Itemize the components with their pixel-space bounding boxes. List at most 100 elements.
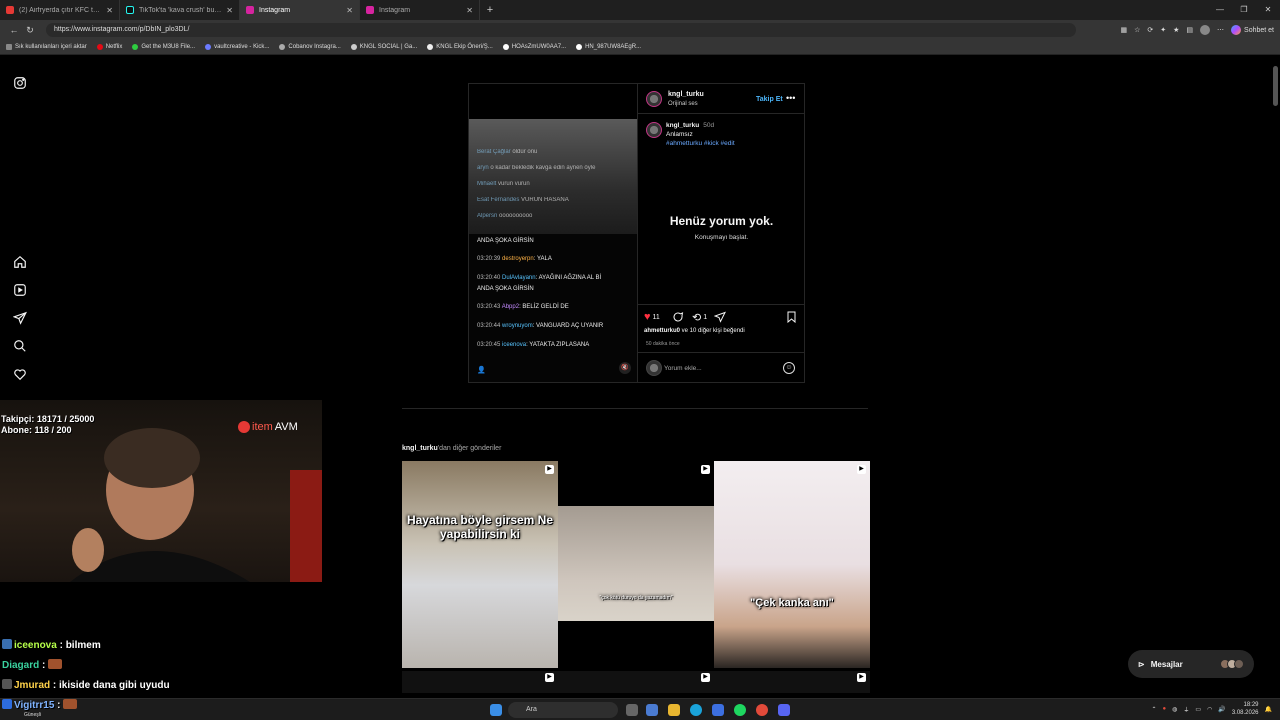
bookmark-item[interactable]: HOAsZmUW0AA7... bbox=[502, 44, 566, 50]
more-post-thumbnail[interactable]: ▶ bbox=[402, 671, 558, 693]
more-post-thumbnail[interactable]: ▶ "çok kötü duruyo da yazamadım" bbox=[558, 461, 714, 668]
taskbar-search[interactable]: Ara bbox=[508, 702, 618, 718]
bookmark-item[interactable]: Get the M3U8 File... bbox=[132, 44, 195, 50]
more-post-thumbnail[interactable]: ▶ bbox=[714, 671, 870, 693]
bookmark-item[interactable]: KNGL SOCIAL | Ga... bbox=[350, 44, 417, 50]
scrollbar-thumb[interactable] bbox=[1273, 66, 1278, 106]
send-icon[interactable] bbox=[12, 311, 27, 325]
follow-button[interactable]: Takip Et bbox=[756, 96, 783, 103]
m3u8-icon bbox=[132, 44, 139, 50]
tab-youtube[interactable]: (2) Airfryerda çıtır KFC tavuk tarifi 2 … bbox=[0, 0, 120, 20]
start-icon[interactable] bbox=[490, 704, 502, 716]
wifi-icon[interactable]: ◠ bbox=[1207, 706, 1212, 713]
url-input[interactable]: https://www.instagram.com/p/DbIN_plo3DL/ bbox=[46, 23, 1076, 37]
tab-instagram[interactable]: Instagram ✕ bbox=[360, 0, 480, 20]
more-post-thumbnail[interactable]: ▶ bbox=[558, 671, 714, 693]
bookmark-item[interactable]: Netflix bbox=[96, 44, 122, 50]
chrome-icon[interactable] bbox=[756, 704, 768, 716]
discord-icon[interactable] bbox=[778, 704, 790, 716]
refresh-extension-icon[interactable]: ⟳ bbox=[1147, 26, 1153, 34]
liked-by-text[interactable]: ahmetturku0 ve 10 diğer kişi beğendi bbox=[644, 328, 745, 334]
weather-label[interactable]: Güneşli bbox=[24, 712, 41, 718]
bookmark-item[interactable]: Sık kullanılanları içeri aktar bbox=[6, 44, 87, 50]
extensions-icon[interactable]: ✦ bbox=[1160, 26, 1166, 34]
close-tab-icon[interactable]: ✕ bbox=[226, 6, 233, 15]
maximize-icon[interactable]: ❐ bbox=[1232, 0, 1256, 20]
favorites-icon[interactable]: ★ bbox=[1173, 26, 1179, 34]
audio-label[interactable]: Orijinal ses bbox=[668, 101, 698, 107]
emoji-icon[interactable]: ☺ bbox=[783, 362, 795, 374]
avatar[interactable] bbox=[646, 91, 662, 107]
network-icon[interactable]: ◍ bbox=[1172, 706, 1177, 713]
edge-icon[interactable] bbox=[690, 704, 702, 716]
close-window-icon[interactable]: ✕ bbox=[1256, 0, 1280, 20]
home-icon[interactable] bbox=[13, 255, 27, 269]
bookmark-item[interactable]: KNGL Ekip Öneri/Ş... bbox=[427, 44, 493, 50]
caption-time[interactable]: 50d bbox=[703, 122, 714, 129]
bookmark-item[interactable]: vaultcreative - Kick... bbox=[205, 44, 269, 50]
comment-box: Yorum ekle... ☺ bbox=[638, 352, 805, 382]
close-tab-icon[interactable]: ✕ bbox=[346, 6, 353, 15]
post-time-ago[interactable]: 50 dakika önce bbox=[646, 341, 680, 347]
file-explorer-icon[interactable] bbox=[668, 704, 680, 716]
heart-icon[interactable] bbox=[13, 367, 27, 381]
tab-instagram-active[interactable]: Instagram ✕ bbox=[240, 0, 360, 20]
user-tag-icon[interactable]: 👤 bbox=[477, 366, 486, 374]
no-comments-heading: Henüz yorum yok. bbox=[669, 214, 774, 228]
refresh-icon[interactable]: ↻ bbox=[22, 25, 38, 36]
caption-hashtags[interactable]: #ahmetturku #kick #edit bbox=[666, 140, 735, 147]
post-video[interactable]: Berat Çağlar öldür onu aryn o kadar bekl… bbox=[469, 84, 637, 382]
messages-label: Mesajlar bbox=[1150, 659, 1183, 669]
profile-avatar[interactable] bbox=[1200, 25, 1211, 35]
volume-icon[interactable]: 🔊 bbox=[1218, 706, 1225, 713]
caption-username[interactable]: kngl_turku bbox=[666, 122, 699, 129]
more-post-thumbnail[interactable]: ▶ Hayatına böyle girsem Ne yapabilirsin … bbox=[402, 461, 558, 668]
page-scrollbar[interactable] bbox=[1273, 60, 1278, 690]
reel-icon: ▶ bbox=[857, 673, 866, 682]
video-chat-line: ANDA ŞOKA GİRSİN bbox=[477, 286, 534, 292]
more-post-thumbnail[interactable]: ▶ "Çek kanka anı" bbox=[714, 461, 870, 668]
repost-icon[interactable]: ⟲ 1 bbox=[692, 311, 707, 324]
more-options-icon[interactable]: ••• bbox=[786, 93, 795, 103]
tab-tiktok[interactable]: TikTok'ta 'kava crush' bulabilirsiniz ✕ bbox=[120, 0, 240, 20]
post-username[interactable]: kngl_turku bbox=[668, 91, 704, 98]
close-tab-icon[interactable]: ✕ bbox=[466, 6, 473, 15]
comment-input[interactable]: Yorum ekle... bbox=[664, 365, 702, 372]
widgets-icon[interactable] bbox=[646, 704, 658, 716]
video-chat-blurred: Mihaelt vurun vurun bbox=[477, 181, 530, 187]
notification-bell-icon[interactable]: 🔔 bbox=[1265, 706, 1272, 713]
send-icon: ⊳ bbox=[1138, 659, 1145, 669]
messages-button[interactable]: ⊳ Mesajlar bbox=[1128, 650, 1254, 678]
tab-title: Instagram bbox=[259, 6, 291, 14]
mute-icon[interactable]: 🔇 bbox=[619, 362, 631, 374]
like-icon[interactable]: ♥ 11 bbox=[644, 311, 660, 323]
new-tab-button[interactable]: + bbox=[480, 4, 500, 16]
bookmark-item[interactable]: Cobanov Instagra... bbox=[279, 44, 341, 50]
store-icon[interactable] bbox=[712, 704, 724, 716]
instagram-icon[interactable] bbox=[13, 76, 27, 90]
settings-more-icon[interactable]: ⋯ bbox=[1217, 26, 1224, 34]
usb-icon[interactable]: ⏚ bbox=[1183, 705, 1189, 714]
spotify-icon[interactable] bbox=[734, 704, 746, 716]
copilot-button[interactable]: Sohbet et bbox=[1231, 25, 1274, 35]
share-icon[interactable] bbox=[714, 311, 726, 323]
chevron-up-icon[interactable]: ⌃ bbox=[1151, 706, 1156, 713]
task-view-icon[interactable] bbox=[626, 704, 638, 716]
search-icon[interactable] bbox=[13, 339, 27, 353]
save-icon[interactable] bbox=[786, 311, 797, 323]
bookmark-item[interactable]: HN_987UW8AEgR... bbox=[576, 44, 641, 50]
display-icon[interactable]: ▭ bbox=[1195, 706, 1201, 713]
caption-avatar[interactable] bbox=[646, 122, 662, 138]
collections-icon[interactable]: ▤ bbox=[1186, 26, 1193, 34]
more-posts-user[interactable]: kngl_turku bbox=[402, 445, 438, 452]
reels-icon[interactable] bbox=[13, 283, 27, 297]
favorite-star-icon[interactable]: ☆ bbox=[1134, 26, 1140, 34]
tray-app-icon[interactable]: ● bbox=[1163, 706, 1167, 712]
clock[interactable]: 18:29 3.08.2026 bbox=[1232, 701, 1259, 717]
comment-icon[interactable] bbox=[672, 311, 684, 323]
close-tab-icon[interactable]: ✕ bbox=[106, 6, 113, 15]
minimize-icon[interactable]: — bbox=[1208, 0, 1232, 20]
clock-time: 18:29 bbox=[1243, 702, 1259, 708]
back-icon[interactable]: ← bbox=[6, 25, 22, 35]
app-available-icon[interactable]: ▦ bbox=[1120, 26, 1127, 34]
